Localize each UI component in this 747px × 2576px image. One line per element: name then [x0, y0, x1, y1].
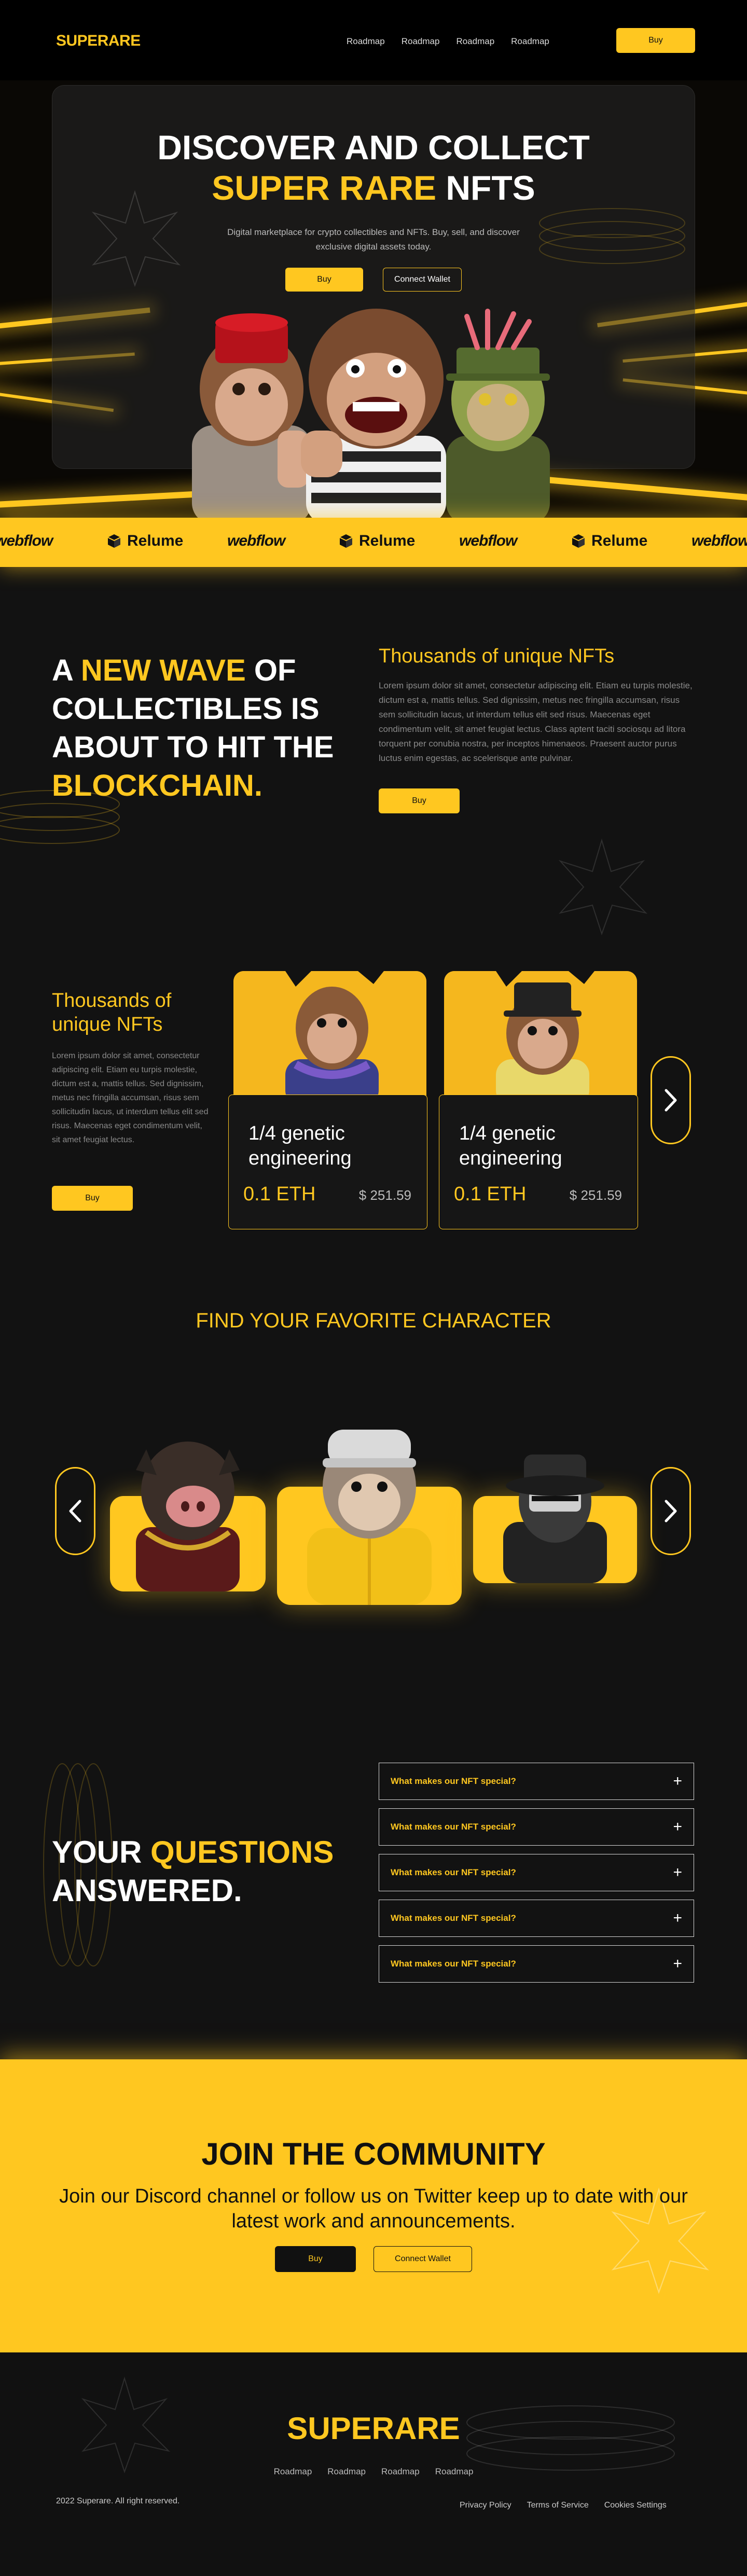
faq-question: What makes our NFT special? — [391, 1867, 516, 1877]
nav-links: Roadmap Roadmap Roadmap Roadmap — [347, 36, 549, 47]
join-community-section: JOIN THE COMMUNITY Join our Discord chan… — [0, 2059, 747, 2352]
wave-body-text: Lorem ipsum dolor sit amet, consectetur … — [379, 681, 693, 763]
collection-next-button[interactable] — [651, 1056, 691, 1144]
ticker-item: webflow — [0, 532, 53, 549]
hero-description: Digital marketplace for crypto collectib… — [227, 227, 520, 252]
faq-item[interactable]: What makes our NFT special? + — [379, 1808, 694, 1846]
faq-item[interactable]: What makes our NFT special? + — [379, 1945, 694, 1983]
hero-title-rest: NFTS — [436, 169, 535, 207]
ticker-item: Relume — [338, 532, 415, 550]
rings-outline-icon — [0, 790, 120, 844]
cube-icon — [572, 534, 585, 548]
ape-top-hat-illustration — [444, 971, 637, 1096]
characters-heading: FIND YOUR FAVORITE CHARACTER — [196, 1309, 551, 1332]
collection-body-text: Lorem ipsum dolor sit amet, consectetur … — [52, 1051, 209, 1144]
wave-buy-button[interactable]: Buy — [379, 788, 460, 813]
nft-card-price-usd: $ 251.59 — [569, 1187, 622, 1203]
hero-connect-wallet-button[interactable]: Connect Wallet — [383, 268, 462, 292]
footer-link-roadmap[interactable]: Roadmap — [327, 2467, 366, 2477]
faq-item[interactable]: What makes our NFT special? + — [379, 1854, 694, 1891]
nft-card-image — [233, 971, 426, 1096]
ticker-item: Relume — [571, 532, 647, 550]
ape-cap-character-illustration — [307, 1430, 432, 1605]
nft-card-price-eth: 0.1 ETH — [454, 1183, 527, 1205]
footer-links: Roadmap Roadmap Roadmap Roadmap — [259, 2467, 488, 2477]
faq-question: What makes our NFT special? — [391, 1776, 516, 1786]
ticker-item: Relume — [106, 532, 183, 550]
join-buy-button[interactable]: Buy — [275, 2246, 356, 2272]
join-body-text: Join our Discord channel or follow us on… — [59, 2185, 688, 2232]
plus-icon: + — [673, 1909, 682, 1927]
nav-link-roadmap[interactable]: Roadmap — [402, 36, 440, 47]
copyright-text: 2022 Superare. All right reserved. — [56, 2497, 180, 2505]
logo-ticker: webflow Relume webflow Relume webflow Re… — [0, 518, 747, 567]
footer-link-roadmap[interactable]: Roadmap — [381, 2467, 420, 2477]
hero-title-line2: SUPER RARE NFTS — [0, 168, 747, 207]
hero-title-line1: DISCOVER AND COLLECT — [157, 128, 590, 167]
nft-card[interactable]: 1/4 genetic engineering 0.1 ETH $ 251.59 — [439, 1095, 638, 1229]
hero-title-highlight: SUPER RARE — [212, 169, 437, 207]
faq-question: What makes our NFT special? — [391, 1959, 516, 1969]
faq-heading-highlight: QUESTIONS — [150, 1835, 334, 1869]
nft-card-price-eth: 0.1 ETH — [243, 1183, 316, 1205]
character-card[interactable] — [110, 1442, 266, 1591]
robot-bucket-hat-character-illustration — [503, 1455, 607, 1583]
plus-icon: + — [673, 1772, 682, 1790]
nft-card[interactable]: 1/4 genetic engineering 0.1 ETH $ 251.59 — [228, 1095, 427, 1229]
footer-logo[interactable]: SUPERARE — [0, 2411, 747, 2446]
cube-icon — [107, 534, 121, 548]
collection-heading: Thousands of unique NFTs — [52, 990, 172, 1035]
join-heading: JOIN THE COMMUNITY — [201, 2137, 546, 2171]
nft-card-title: 1/4 genetic engineering — [459, 1123, 562, 1169]
ape-headphones-illustration — [233, 971, 426, 1096]
footer-link-roadmap[interactable]: Roadmap — [274, 2467, 312, 2477]
plus-icon: + — [673, 1955, 682, 1972]
plus-icon: + — [673, 1864, 682, 1881]
hero-buy-button[interactable]: Buy — [285, 268, 363, 292]
footer-legal-links: Privacy Policy Terms of Service Cookies … — [460, 2501, 667, 2510]
ticker-item: webflow — [459, 532, 517, 549]
faq-heading: YOUR QUESTIONS ANSWERED. — [52, 1835, 334, 1908]
nft-card-image — [444, 971, 637, 1096]
star-outline-icon — [558, 838, 648, 936]
nft-card-price-usd: $ 251.59 — [358, 1187, 411, 1203]
cookies-settings-link[interactable]: Cookies Settings — [604, 2501, 667, 2510]
nav-link-roadmap[interactable]: Roadmap — [511, 36, 549, 47]
character-card-active[interactable] — [277, 1430, 462, 1605]
nav-link-roadmap[interactable]: Roadmap — [456, 36, 494, 47]
nft-card-title: 1/4 genetic engineering — [248, 1123, 352, 1169]
top-navigation: SUPERARE Roadmap Roadmap Roadmap Roadmap… — [0, 0, 747, 80]
nav-logo[interactable]: SUPERARE — [56, 32, 141, 50]
character-card[interactable] — [473, 1455, 637, 1583]
boar-character-illustration — [136, 1442, 240, 1591]
collection-buy-button[interactable]: Buy — [52, 1186, 133, 1211]
carousel-next-button[interactable] — [651, 1467, 691, 1555]
faq-item[interactable]: What makes our NFT special? + — [379, 1900, 694, 1937]
hero-apes-illustration — [192, 309, 550, 519]
terms-of-service-link[interactable]: Terms of Service — [527, 2501, 589, 2510]
join-connect-wallet-button[interactable]: Connect Wallet — [374, 2246, 472, 2272]
faq-item[interactable]: What makes our NFT special? + — [379, 1763, 694, 1800]
plus-icon: + — [673, 1818, 682, 1835]
nav-link-roadmap[interactable]: Roadmap — [347, 36, 385, 47]
ticker-item: webflow — [691, 532, 747, 549]
cube-icon — [339, 534, 353, 548]
ticker-item: webflow — [227, 532, 285, 549]
chevron-right-icon — [665, 1500, 677, 1522]
chevron-left-icon — [69, 1500, 81, 1522]
chevron-right-icon — [665, 1089, 677, 1112]
footer: SUPERARE Roadmap Roadmap Roadmap Roadmap… — [0, 2352, 747, 2576]
footer-link-roadmap[interactable]: Roadmap — [435, 2467, 474, 2477]
carousel-prev-button[interactable] — [55, 1467, 95, 1555]
faq-question: What makes our NFT special? — [391, 1822, 516, 1832]
rings-outline-icon — [539, 208, 685, 264]
nav-buy-button[interactable]: Buy — [616, 28, 695, 53]
wave-heading-highlight: NEW WAVE — [80, 654, 246, 687]
wave-subheading: Thousands of unique NFTs — [379, 645, 615, 667]
faq-question: What makes our NFT special? — [391, 1913, 516, 1923]
privacy-policy-link[interactable]: Privacy Policy — [460, 2501, 511, 2510]
